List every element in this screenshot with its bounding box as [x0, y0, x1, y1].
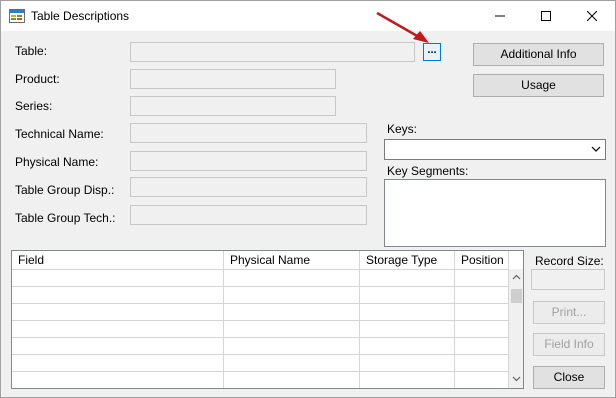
keys-dropdown[interactable]	[384, 139, 606, 160]
column-header-field[interactable]: Field	[12, 251, 224, 270]
chevron-down-icon	[591, 146, 601, 152]
grid-vertical-scrollbar[interactable]	[509, 269, 523, 388]
grid-cell[interactable]	[224, 355, 360, 372]
column-header-storage-type[interactable]: Storage Type	[360, 251, 455, 270]
grid-cell[interactable]	[224, 321, 360, 338]
table-group-disp-field[interactable]	[130, 177, 367, 197]
grid-cell[interactable]	[12, 338, 224, 355]
table-group-tech-field[interactable]	[130, 205, 367, 225]
grid-cell[interactable]	[455, 304, 509, 321]
product-field[interactable]	[130, 69, 336, 89]
app-icon	[9, 9, 25, 23]
physical-name-field[interactable]	[130, 151, 367, 171]
maximize-icon	[541, 11, 551, 21]
grid-cell[interactable]	[12, 304, 224, 321]
grid-cell[interactable]	[455, 321, 509, 338]
print-button[interactable]: Print...	[533, 301, 605, 324]
grid-cell[interactable]	[224, 270, 360, 287]
grid-cell[interactable]	[455, 372, 509, 388]
record-size-label: Record Size:	[535, 254, 604, 268]
grid-cell[interactable]	[224, 338, 360, 355]
minimize-button[interactable]	[477, 1, 523, 31]
close-window-button[interactable]	[569, 1, 615, 31]
grid-cell[interactable]	[12, 372, 224, 388]
grid-cell[interactable]	[360, 372, 455, 388]
grid-cell[interactable]	[455, 355, 509, 372]
series-field[interactable]	[130, 96, 336, 116]
table-descriptions-window: Table Descriptions Table: ... Product: S…	[0, 0, 616, 398]
table-label: Table:	[15, 44, 48, 58]
key-segments-label: Key Segments:	[387, 164, 469, 178]
technical-name-field[interactable]	[130, 123, 367, 143]
grid-cell[interactable]	[455, 287, 509, 304]
scrollbar-thumb[interactable]	[511, 289, 522, 303]
table-group-disp-label: Table Group Disp.:	[15, 183, 115, 197]
scroll-down-icon[interactable]	[512, 376, 521, 382]
field-info-button[interactable]: Field Info	[533, 333, 605, 356]
keys-label: Keys:	[387, 122, 418, 136]
record-size-field	[531, 269, 605, 290]
column-header-physical-name[interactable]: Physical Name	[224, 251, 360, 270]
title-bar: Table Descriptions	[1, 1, 615, 31]
scroll-up-icon[interactable]	[512, 274, 521, 280]
grid-cell[interactable]	[12, 321, 224, 338]
physical-name-label: Physical Name:	[15, 155, 99, 169]
column-header-position[interactable]: Position	[455, 251, 509, 270]
grid-cell[interactable]	[224, 372, 360, 388]
grid-cell[interactable]	[360, 355, 455, 372]
grid-cell[interactable]	[360, 270, 455, 287]
maximize-button[interactable]	[523, 1, 569, 31]
minimize-icon	[495, 15, 505, 17]
grid-cell[interactable]	[455, 338, 509, 355]
product-label: Product:	[15, 72, 60, 86]
usage-button[interactable]: Usage	[473, 74, 604, 97]
grid-cell[interactable]	[455, 270, 509, 287]
grid-cell[interactable]	[12, 270, 224, 287]
technical-name-label: Technical Name:	[15, 127, 104, 141]
close-button[interactable]: Close	[533, 366, 605, 389]
table-group-tech-label: Table Group Tech.:	[15, 211, 116, 225]
series-label: Series:	[15, 99, 53, 113]
grid-cell[interactable]	[12, 355, 224, 372]
fields-grid[interactable]: Field Physical Name Storage Type Positio…	[11, 250, 524, 389]
key-segments-list[interactable]	[384, 179, 606, 247]
red-arrow-icon	[376, 11, 429, 43]
grid-cell[interactable]	[224, 287, 360, 304]
grid-cell[interactable]	[360, 321, 455, 338]
grid-cell[interactable]	[360, 304, 455, 321]
close-icon	[587, 11, 597, 21]
grid-cell[interactable]	[360, 338, 455, 355]
grid-cell[interactable]	[224, 304, 360, 321]
window-title: Table Descriptions	[31, 9, 130, 23]
additional-info-button[interactable]: Additional Info	[473, 43, 604, 66]
grid-cell[interactable]	[360, 287, 455, 304]
grid-cell[interactable]	[12, 287, 224, 304]
